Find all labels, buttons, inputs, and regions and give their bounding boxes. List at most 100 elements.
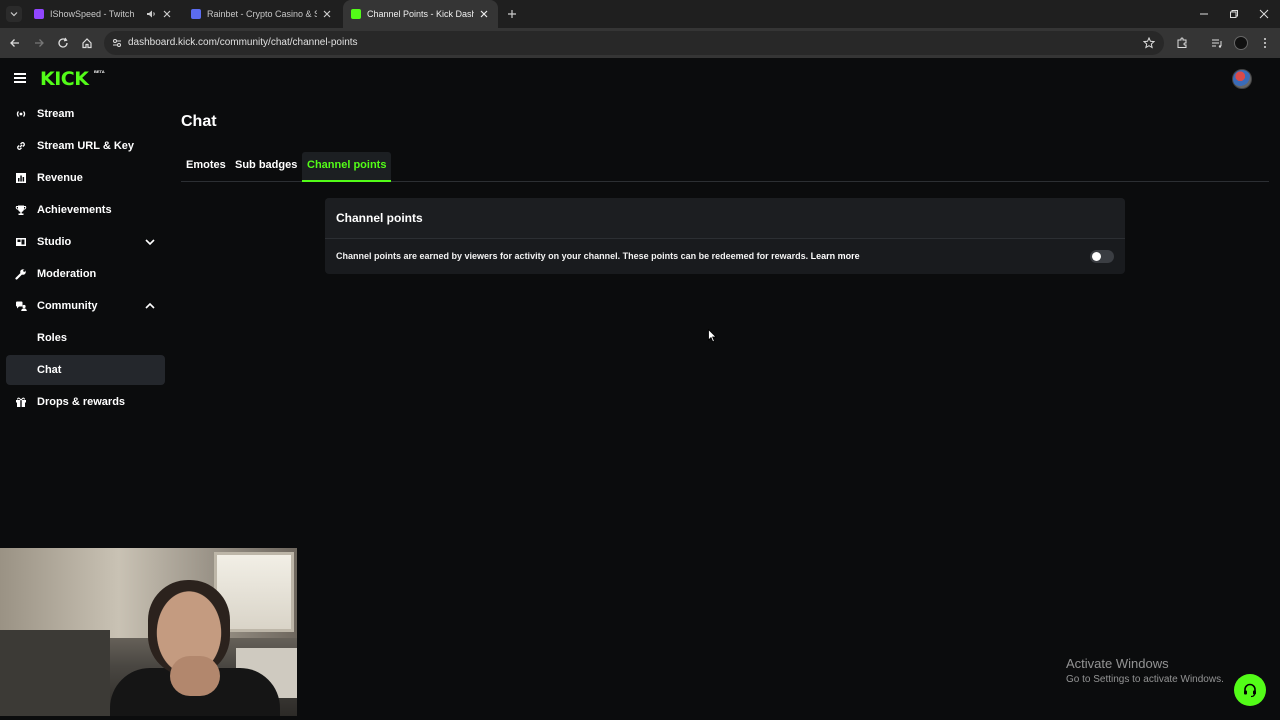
sidebar-item-stream[interactable]: Stream: [6, 99, 165, 129]
gift-icon: [15, 396, 27, 408]
trophy-icon: [15, 204, 27, 216]
community-icon: [15, 300, 27, 312]
user-avatar[interactable]: [1232, 69, 1252, 89]
rainbet-favicon-icon: [191, 9, 201, 19]
browser-tab-kick[interactable]: Channel Points - Kick Dashboard: [343, 0, 498, 28]
browser-tab-rainbet[interactable]: Rainbet - Crypto Casino & Sports: [183, 0, 341, 28]
chevron-up-icon: [145, 302, 155, 309]
mouse-cursor-icon: [708, 329, 717, 343]
sidebar-item-label: Moderation: [37, 268, 97, 280]
wrench-icon: [15, 268, 27, 280]
restore-icon: [1230, 10, 1238, 18]
sidebar-item-revenue[interactable]: Revenue: [6, 163, 165, 193]
url-text: dashboard.kick.com/community/chat/channe…: [128, 37, 358, 48]
support-chat-button[interactable]: [1234, 674, 1266, 706]
arrow-right-icon: [35, 39, 44, 47]
restore-window-button[interactable]: [1224, 4, 1244, 24]
sidebar-item-moderation[interactable]: Moderation: [6, 259, 165, 289]
puzzle-icon: [1177, 37, 1187, 48]
tab-title: IShowSpeed - Twitch: [50, 9, 135, 19]
activate-windows-title: Activate Windows: [1066, 656, 1169, 671]
headset-icon: [1244, 683, 1256, 698]
sidebar-item-label: Stream URL & Key: [37, 140, 134, 152]
reload-button[interactable]: [54, 34, 72, 52]
tab-search-button[interactable]: [6, 6, 22, 22]
sidebar-item-label: Studio: [37, 236, 72, 248]
webcam-desk: [0, 630, 110, 716]
chevron-down-icon: [10, 12, 18, 17]
home-button[interactable]: [78, 34, 96, 52]
tab-channel-points[interactable]: Channel points: [302, 152, 392, 182]
speaker-icon[interactable]: [145, 8, 157, 20]
browser-tab-twitch[interactable]: IShowSpeed - Twitch: [26, 0, 181, 28]
home-icon: [82, 38, 92, 49]
card-header: Channel points: [325, 198, 1125, 239]
sidebar-item-label: Community: [37, 300, 98, 312]
card-title: Channel points: [336, 211, 423, 225]
sidebar-item-drops-rewards[interactable]: Drops & rewards: [6, 387, 165, 417]
kebab-menu-icon: [1264, 38, 1266, 48]
tab-emotes[interactable]: Emotes: [181, 152, 231, 182]
twitch-favicon-icon: [34, 9, 44, 19]
sidebar-item-label: Roles: [37, 332, 67, 344]
forward-button[interactable]: [30, 34, 48, 52]
profile-button[interactable]: [1232, 34, 1250, 52]
link-icon: [15, 140, 27, 152]
profile-avatar-icon: [1234, 36, 1248, 50]
page-title: Chat: [181, 113, 217, 130]
webcam-overlay: [0, 548, 297, 716]
kick-favicon-icon: [351, 9, 361, 19]
studio-icon: [15, 236, 27, 248]
sidebar-item-achievements[interactable]: Achievements: [6, 195, 165, 225]
learn-more-link[interactable]: Learn more: [811, 251, 860, 261]
new-tab-button[interactable]: [504, 6, 520, 22]
close-tab-icon[interactable]: [321, 8, 333, 20]
close-tab-icon[interactable]: [478, 8, 490, 20]
arrow-left-icon: [10, 39, 19, 47]
channel-points-card: Channel points Channel points are earned…: [325, 198, 1125, 274]
webcam-hand: [170, 656, 220, 696]
minimize-icon: [1200, 13, 1208, 15]
channel-points-toggle[interactable]: [1090, 250, 1114, 263]
chat-settings-tabs: Emotes Sub badges Channel points: [181, 152, 1269, 182]
close-icon: [1259, 9, 1269, 19]
reload-icon: [58, 37, 68, 48]
browser-menu-button[interactable]: [1256, 34, 1274, 52]
beta-badge: BETA: [94, 69, 105, 74]
media-queue-icon: [1212, 39, 1222, 48]
sidebar-item-studio[interactable]: Studio: [6, 227, 165, 257]
close-window-button[interactable]: [1254, 4, 1274, 24]
browser-toolbar: dashboard.kick.com/community/chat/channe…: [0, 28, 1280, 58]
broadcast-icon: [15, 108, 27, 120]
close-tab-icon[interactable]: [161, 8, 173, 20]
sidebar-item-roles[interactable]: Roles: [6, 323, 165, 353]
kick-logo[interactable]: KICK: [40, 68, 89, 90]
sidebar-item-label: Achievements: [37, 204, 112, 216]
bookmark-star-icon[interactable]: [1142, 36, 1156, 50]
sidebar-item-label: Chat: [37, 364, 62, 376]
hamburger-menu-icon[interactable]: [14, 71, 28, 85]
site-info-icon[interactable]: [110, 36, 124, 50]
chart-icon: [15, 172, 27, 184]
minimize-window-button[interactable]: [1194, 4, 1214, 24]
activate-windows-watermark: Activate Windows Go to Settings to activ…: [1066, 656, 1224, 685]
chevron-down-icon: [145, 239, 155, 246]
tab-title: Channel Points - Kick Dashboard: [367, 9, 474, 19]
sidebar-item-community[interactable]: Community: [6, 291, 165, 321]
sidebar-item-stream-url-key[interactable]: Stream URL & Key: [6, 131, 165, 161]
card-description: Channel points are earned by viewers for…: [336, 251, 809, 261]
toggle-knob: [1092, 252, 1101, 261]
browser-tab-strip: IShowSpeed - Twitch Rainbet - Crypto Cas…: [0, 0, 1280, 28]
sidebar-item-label: Revenue: [37, 172, 83, 184]
activate-windows-subtitle: Go to Settings to activate Windows.: [1066, 674, 1224, 685]
extensions-button[interactable]: [1173, 34, 1191, 52]
tab-sub-badges[interactable]: Sub badges: [230, 152, 302, 182]
back-button[interactable]: [6, 34, 24, 52]
card-description-row: Channel points are earned by viewers for…: [336, 251, 860, 261]
sidebar-item-chat[interactable]: Chat: [6, 355, 165, 385]
address-bar[interactable]: dashboard.kick.com/community/chat/channe…: [104, 31, 1164, 55]
media-controls-button[interactable]: [1208, 34, 1226, 52]
tab-title: Rainbet - Crypto Casino & Sports: [207, 9, 317, 19]
sidebar-item-label: Drops & rewards: [37, 396, 126, 408]
plus-icon: [508, 10, 516, 18]
